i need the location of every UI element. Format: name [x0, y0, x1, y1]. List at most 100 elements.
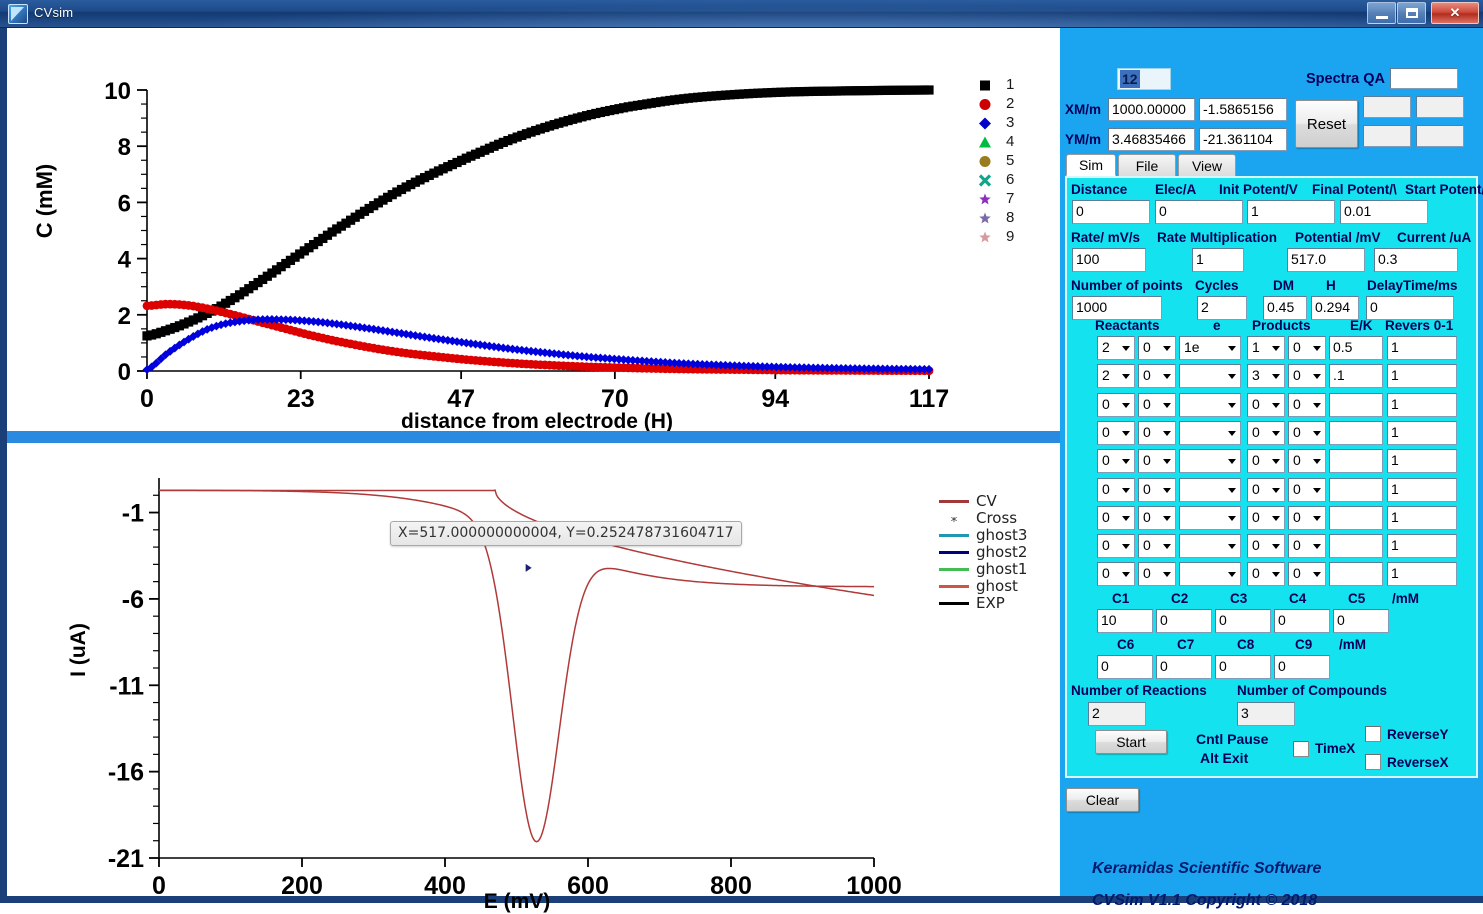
- reactant1-select-0[interactable]: 2: [1097, 336, 1135, 360]
- reactant2-select-0[interactable]: 0: [1138, 336, 1176, 360]
- minimize-button[interactable]: [1367, 2, 1396, 24]
- product2-select-3[interactable]: 0: [1288, 420, 1326, 445]
- reactant2-select-5[interactable]: 0: [1138, 477, 1176, 502]
- splitter-bar[interactable]: [7, 431, 1060, 443]
- electrons-select-6[interactable]: [1179, 505, 1241, 530]
- product2-select-0[interactable]: 0: [1288, 336, 1326, 360]
- tab-sim[interactable]: Sim: [1066, 154, 1116, 176]
- reactant2-select-4[interactable]: 0: [1138, 449, 1176, 474]
- reversible-field-7[interactable]: 1: [1387, 534, 1457, 559]
- field-number-of-points[interactable]: 1000: [1072, 296, 1162, 320]
- product1-select-8[interactable]: 0: [1247, 562, 1285, 587]
- conc-field-c2[interactable]: 0: [1156, 609, 1212, 633]
- conc-field-c3[interactable]: 0: [1215, 609, 1271, 633]
- reactant1-select-6[interactable]: 0: [1097, 505, 1135, 530]
- product2-select-4[interactable]: 0: [1288, 449, 1326, 474]
- field-row1-3[interactable]: 0.01: [1340, 200, 1428, 224]
- product1-select-3[interactable]: 0: [1247, 420, 1285, 445]
- electrons-select-2[interactable]: [1179, 392, 1241, 417]
- ym-value-field[interactable]: 3.46835466: [1108, 128, 1195, 151]
- extra-field-4[interactable]: [1416, 125, 1464, 147]
- electrons-select-4[interactable]: [1179, 449, 1241, 474]
- ek-field-5[interactable]: [1329, 477, 1383, 502]
- xm-value-field[interactable]: 1000.00000: [1108, 98, 1195, 121]
- ek-field-2[interactable]: [1329, 392, 1383, 417]
- ek-field-8[interactable]: [1329, 562, 1383, 587]
- reversible-field-5[interactable]: 1: [1387, 477, 1457, 502]
- reversible-field-3[interactable]: 1: [1387, 420, 1457, 445]
- reversible-field-1[interactable]: 1: [1387, 364, 1457, 389]
- ek-field-3[interactable]: [1329, 420, 1383, 445]
- xm-secondary-field[interactable]: -1.5865156: [1199, 98, 1287, 121]
- field-row1-0[interactable]: 0: [1072, 200, 1150, 224]
- conc-field-c7[interactable]: 0: [1156, 655, 1212, 679]
- reset-button[interactable]: Reset: [1295, 100, 1358, 148]
- product2-select-1[interactable]: 0: [1288, 364, 1326, 389]
- ek-field-4[interactable]: [1329, 449, 1383, 474]
- reversex-checkbox[interactable]: [1365, 754, 1381, 770]
- product1-select-0[interactable]: 1: [1247, 336, 1285, 360]
- field-row1-1[interactable]: 0: [1155, 200, 1243, 224]
- product2-select-5[interactable]: 0: [1288, 477, 1326, 502]
- close-button[interactable]: ✕: [1431, 2, 1479, 24]
- reversey-checkbox[interactable]: [1365, 726, 1381, 742]
- reactant1-select-1[interactable]: 2: [1097, 364, 1135, 389]
- conc-field-c8[interactable]: 0: [1215, 655, 1271, 679]
- timex-checkbox[interactable]: [1293, 741, 1309, 757]
- field-cycles[interactable]: 2: [1197, 296, 1247, 320]
- reactant2-select-8[interactable]: 0: [1138, 562, 1176, 587]
- conc-field-c1[interactable]: 10: [1097, 609, 1153, 633]
- conc-field-c5[interactable]: 0: [1333, 609, 1389, 633]
- product1-select-5[interactable]: 0: [1247, 477, 1285, 502]
- electrons-select-8[interactable]: [1179, 562, 1241, 587]
- number-of-compounds-field[interactable]: 3: [1237, 702, 1295, 726]
- reactant2-select-2[interactable]: 0: [1138, 392, 1176, 417]
- extra-field-2[interactable]: [1416, 96, 1464, 118]
- ek-field-0[interactable]: 0.5: [1329, 336, 1383, 360]
- ek-field-1[interactable]: .1: [1329, 364, 1383, 389]
- product2-select-7[interactable]: 0: [1288, 534, 1326, 559]
- reactant2-select-3[interactable]: 0: [1138, 420, 1176, 445]
- product1-select-2[interactable]: 0: [1247, 392, 1285, 417]
- extra-field-1[interactable]: [1363, 96, 1411, 118]
- reversible-field-4[interactable]: 1: [1387, 449, 1457, 474]
- reactant2-select-7[interactable]: 0: [1138, 534, 1176, 559]
- conc-field-c4[interactable]: 0: [1274, 609, 1330, 633]
- reactant1-select-4[interactable]: 0: [1097, 449, 1135, 474]
- conc-field-c9[interactable]: 0: [1274, 655, 1330, 679]
- reactant1-select-7[interactable]: 0: [1097, 534, 1135, 559]
- reversible-field-6[interactable]: 1: [1387, 505, 1457, 530]
- reversible-field-8[interactable]: 1: [1387, 562, 1457, 587]
- reversible-field-2[interactable]: 1: [1387, 392, 1457, 417]
- ek-field-6[interactable]: [1329, 505, 1383, 530]
- field-row1-2[interactable]: 1: [1247, 200, 1335, 224]
- product1-select-6[interactable]: 0: [1247, 505, 1285, 530]
- reactant2-select-6[interactable]: 0: [1138, 505, 1176, 530]
- product2-select-8[interactable]: 0: [1288, 562, 1326, 587]
- ym-secondary-field[interactable]: -21.361104: [1199, 128, 1287, 151]
- reversible-field-0[interactable]: 1: [1387, 336, 1457, 360]
- reactant1-select-8[interactable]: 0: [1097, 562, 1135, 587]
- extra-field-3[interactable]: [1363, 125, 1411, 147]
- maximize-button[interactable]: [1397, 2, 1426, 24]
- field-delaytime[interactable]: 0: [1366, 296, 1454, 320]
- concentration-profile-chart[interactable]: 0 2 4 6 8 10 0 23 47 70 94 117 C (mM) distance from…: [7, 28, 1060, 433]
- tab-file[interactable]: File: [1118, 154, 1176, 176]
- cyclic-voltammogram-chart[interactable]: -1 -6 -11 -16 -21 0 200 400 600 800 1000 I (uA) E …: [7, 443, 1060, 913]
- start-button[interactable]: Start: [1095, 730, 1167, 754]
- number-of-reactions-field[interactable]: 2: [1088, 702, 1146, 726]
- field-potential[interactable]: 517.0: [1287, 248, 1365, 272]
- field-dm[interactable]: 0.45: [1263, 296, 1307, 320]
- electrons-select-1[interactable]: [1179, 364, 1241, 389]
- reactant1-select-5[interactable]: 0: [1097, 477, 1135, 502]
- ek-field-7[interactable]: [1329, 534, 1383, 559]
- field-current[interactable]: 0.3: [1374, 248, 1458, 272]
- electrons-select-5[interactable]: [1179, 477, 1241, 502]
- reactant1-select-3[interactable]: 0: [1097, 420, 1135, 445]
- product2-select-2[interactable]: 0: [1288, 392, 1326, 417]
- spectra-qa-field[interactable]: [1390, 68, 1458, 89]
- product1-select-4[interactable]: 0: [1247, 449, 1285, 474]
- field-h[interactable]: 0.294: [1311, 296, 1359, 320]
- electrons-select-0[interactable]: 1e: [1179, 336, 1241, 360]
- record-index-field[interactable]: 12: [1117, 68, 1171, 90]
